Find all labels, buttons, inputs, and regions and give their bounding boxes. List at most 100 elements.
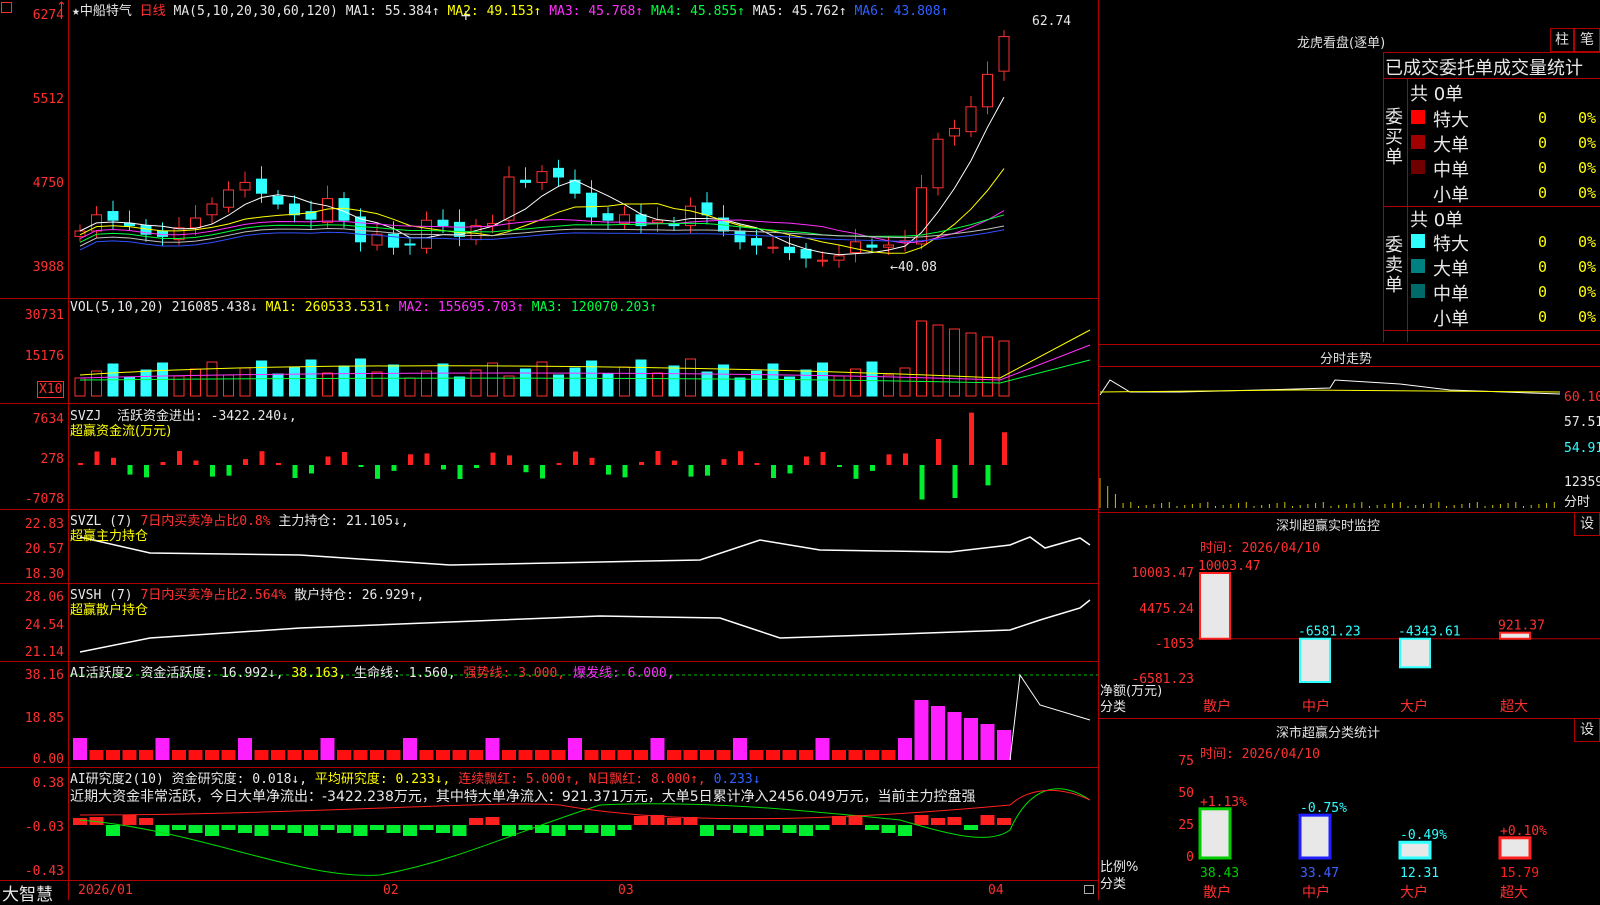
active-bar <box>370 750 384 760</box>
lock-icon[interactable] <box>1084 885 1094 894</box>
active-bar <box>980 724 995 760</box>
active-bar <box>964 718 978 760</box>
svzl-tick: 22.83 <box>24 517 64 532</box>
candle-body <box>272 195 284 205</box>
research-bar <box>947 817 962 825</box>
intraday-tick: 54.91 <box>1564 441 1600 456</box>
research-bar <box>238 825 252 833</box>
candle-body <box>355 216 366 243</box>
volume-bar <box>338 365 350 397</box>
monitor-settings-button[interactable]: 设 <box>1574 512 1600 536</box>
flow-bar <box>573 451 578 465</box>
volume-bar <box>982 336 993 397</box>
candle-body <box>652 219 663 223</box>
flow-bar <box>210 465 215 477</box>
flow-bar <box>144 465 149 478</box>
chart-canvas[interactable]: 10003.47 -6581.23 -4343.61 921.37 +1.13% 38.4… <box>0 0 1600 900</box>
research-bar <box>749 825 764 836</box>
volume-bar <box>371 371 383 397</box>
volume-bar <box>190 368 201 397</box>
flow-bar <box>820 452 826 465</box>
flow-bar <box>952 465 958 498</box>
volume-bar <box>454 376 465 397</box>
active-bar <box>832 750 846 760</box>
candle-body <box>602 213 614 221</box>
order-size-label: 大单 <box>1433 135 1469 156</box>
volume-bar <box>883 374 894 397</box>
flow-bar <box>672 460 677 465</box>
vol-tick: 15176 <box>24 349 64 364</box>
app-logo: 大智慧 <box>2 885 53 905</box>
flow-bar <box>111 457 116 465</box>
volume-bar <box>223 374 234 397</box>
volume-bar <box>536 361 548 397</box>
research-bar <box>766 825 780 830</box>
date-tick: 2026/01 <box>78 883 133 898</box>
legend-swatch <box>1411 259 1425 273</box>
flow-bar <box>936 438 941 465</box>
research-bar <box>122 815 137 825</box>
active-bar <box>568 738 582 760</box>
candle-body <box>338 198 350 221</box>
candle-body <box>586 192 597 218</box>
svzl-subtitle: 超赢主力持仓 <box>70 529 149 544</box>
research-bar <box>73 818 87 825</box>
research-bar <box>815 825 830 830</box>
active-tick: 38.16 <box>24 668 64 683</box>
flow-bar <box>226 465 232 476</box>
volume-bar <box>685 358 696 397</box>
order-size-label: 特大 <box>1433 234 1469 255</box>
svzj-tick: 278 <box>40 452 64 467</box>
flow-bar <box>853 465 859 479</box>
research-bar <box>617 825 632 830</box>
research-bar <box>551 825 566 836</box>
monitor-bar <box>1199 572 1231 640</box>
active-bar <box>650 738 665 760</box>
classify-bar <box>1498 836 1532 860</box>
buy-total: 共 0单 <box>1410 84 1464 105</box>
svzj-subtitle: 超赢资金流(万元) <box>70 424 172 439</box>
order-count: 0 <box>1538 159 1548 177</box>
order-count: 0 <box>1538 109 1548 127</box>
classify-settings-button[interactable]: 设 <box>1574 718 1600 742</box>
candle-body <box>800 248 812 259</box>
period-label[interactable]: 日线 <box>140 4 166 19</box>
vol-unit-badge: X10 <box>37 381 65 398</box>
volume-bar <box>388 364 399 397</box>
price-tick: 6274 <box>32 8 64 23</box>
bar-view-button[interactable]: 柱 <box>1550 28 1574 52</box>
candle-body <box>470 225 482 241</box>
flow-bar <box>177 451 182 465</box>
research-bar <box>221 825 236 830</box>
intraday-tick: 分时 <box>1564 495 1591 510</box>
active-bar <box>716 750 731 760</box>
active-bar <box>551 750 566 760</box>
active-bar <box>386 750 401 760</box>
candle-body <box>932 138 944 189</box>
candle-body <box>74 230 86 237</box>
flow-bar <box>738 451 743 465</box>
volume-bar <box>767 363 779 397</box>
classify-change-label: +0.10% <box>1500 824 1547 839</box>
volume-bar <box>899 367 911 397</box>
active-bar <box>139 750 153 760</box>
volume-bar <box>289 366 300 397</box>
volume-bar <box>998 340 1010 397</box>
active-bar <box>436 750 450 760</box>
candle-body <box>734 230 746 243</box>
order-pct: 0% <box>1578 283 1597 301</box>
research-bar <box>304 825 318 836</box>
flow-bar <box>490 452 496 465</box>
ma-line <box>79 210 1005 244</box>
monitor-value-label: 10003.47 <box>1198 559 1261 574</box>
divider <box>0 403 1098 404</box>
active-bar <box>287 750 302 760</box>
classify-title: 深市超赢分类统计 <box>1276 726 1381 741</box>
active-bar <box>799 750 813 760</box>
candle-body <box>107 211 119 221</box>
pen-view-button[interactable]: 笔 <box>1574 28 1600 52</box>
flow-bar <box>787 465 793 474</box>
svzj-tick: -7078 <box>24 492 64 507</box>
volume-bar <box>322 372 333 397</box>
research-bar <box>403 825 417 836</box>
